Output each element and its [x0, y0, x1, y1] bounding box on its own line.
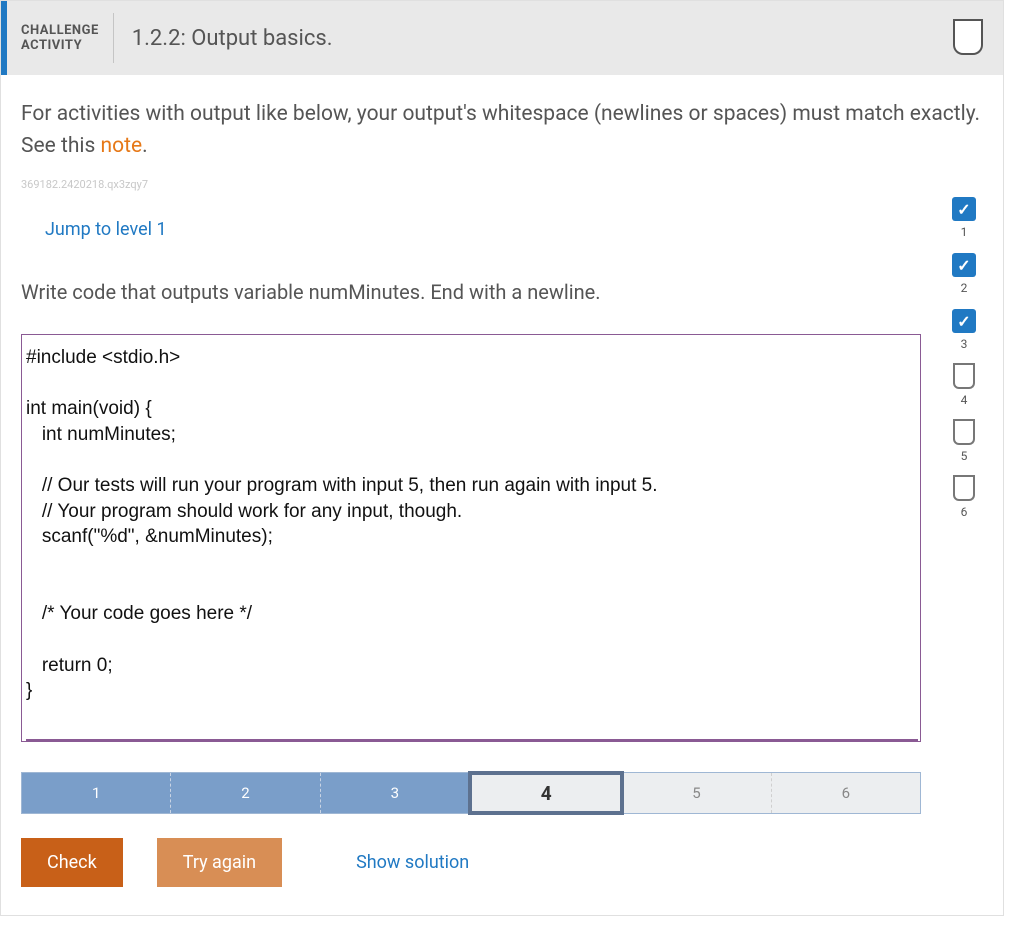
level-indicator-5[interactable]: 5: [953, 421, 975, 463]
progress-step-3[interactable]: 3: [321, 773, 470, 813]
pocket-icon: [953, 365, 975, 389]
jump-to-level-link[interactable]: Jump to level 1: [21, 191, 939, 240]
activity-card: CHALLENGE ACTIVITY 1.2.2: Output basics.…: [0, 0, 1004, 916]
challenge-label-line2: ACTIVITY: [21, 38, 99, 53]
note-link[interactable]: note: [101, 134, 143, 158]
level-number: 6: [961, 505, 968, 519]
level-indicator-column: ✓1✓2✓3456: [939, 191, 989, 519]
progress-bar: 123456: [21, 772, 921, 814]
activity-title: 1.2.2: Output basics.: [114, 1, 333, 75]
instructions-before: For activities with output like below, y…: [21, 102, 980, 158]
challenge-label: CHALLENGE ACTIVITY: [7, 1, 113, 75]
level-number: 3: [961, 337, 968, 351]
level-number: 1: [961, 225, 968, 239]
bookmark-icon[interactable]: [953, 1, 983, 75]
level-indicator-2[interactable]: ✓2: [952, 253, 976, 295]
progress-step-2[interactable]: 2: [171, 773, 320, 813]
task-prompt: Write code that outputs variable numMinu…: [21, 240, 939, 304]
level-indicator-3[interactable]: ✓3: [952, 309, 976, 351]
code-editor[interactable]: #include <stdio.h> int main(void) { int …: [21, 334, 921, 742]
level-indicator-1[interactable]: ✓1: [952, 197, 976, 239]
pocket-icon: [953, 421, 975, 445]
level-indicator-6[interactable]: 6: [953, 477, 975, 519]
action-buttons: Check Try again Show solution: [21, 838, 939, 915]
instructions-text: For activities with output like below, y…: [1, 75, 1003, 162]
progress-step-4[interactable]: 4: [468, 771, 624, 815]
pocket-icon: [953, 477, 975, 501]
try-again-button[interactable]: Try again: [157, 838, 282, 887]
instructions-after: .: [142, 134, 148, 158]
challenge-label-line1: CHALLENGE: [21, 23, 99, 38]
check-button[interactable]: Check: [21, 838, 123, 887]
check-icon: ✓: [952, 309, 976, 333]
show-solution-button[interactable]: Show solution: [356, 852, 469, 873]
activity-header: CHALLENGE ACTIVITY 1.2.2: Output basics.: [1, 1, 1003, 75]
level-number: 5: [961, 449, 968, 463]
progress-step-1[interactable]: 1: [22, 773, 171, 813]
level-number: 4: [961, 393, 968, 407]
seed-id: 369182.2420218.qx3zqy7: [1, 162, 1003, 191]
check-icon: ✓: [952, 253, 976, 277]
level-indicator-4[interactable]: 4: [953, 365, 975, 407]
level-number: 2: [961, 281, 968, 295]
main-area: Jump to level 1 Write code that outputs …: [1, 191, 1003, 915]
main-column: Jump to level 1 Write code that outputs …: [1, 191, 939, 915]
progress-step-6[interactable]: 6: [772, 773, 920, 813]
progress-step-5[interactable]: 5: [622, 773, 771, 813]
check-icon: ✓: [952, 197, 976, 221]
